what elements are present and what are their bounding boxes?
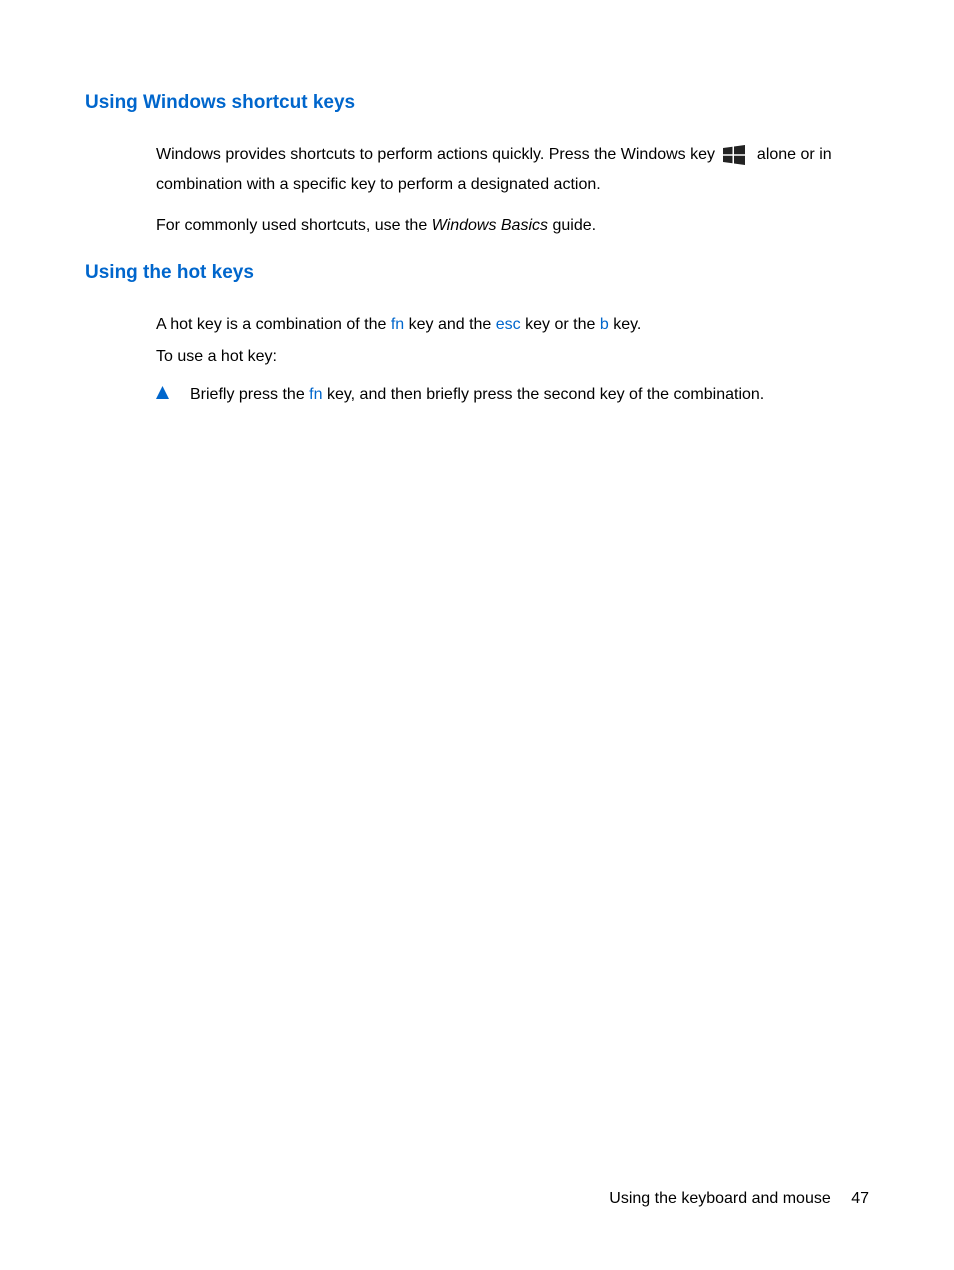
- section2-body: A hot key is a combination of the fn key…: [156, 310, 869, 371]
- footer-page-number: 47: [851, 1190, 869, 1207]
- list-item: Briefly press the fn key, and then brief…: [156, 383, 869, 407]
- section2-p1-c: key or the: [521, 316, 600, 333]
- section2-p1-b: key and the: [404, 316, 496, 333]
- heading-using-windows-shortcut-keys: Using Windows shortcut keys: [85, 92, 869, 114]
- section1-body: Windows provides shortcuts to perform ac…: [156, 140, 869, 241]
- section1-p2-text-b: guide.: [548, 217, 596, 234]
- triangle-bullet-icon: [156, 383, 172, 399]
- bullet-text-a: Briefly press the: [190, 386, 309, 403]
- section2: Using the hot keys A hot key is a combin…: [85, 262, 869, 407]
- section1-para1: Windows provides shortcuts to perform ac…: [156, 140, 869, 201]
- heading-using-the-hot-keys: Using the hot keys: [85, 262, 869, 284]
- key-fn: fn: [391, 316, 404, 333]
- key-fn-bullet: fn: [309, 386, 322, 403]
- section1-p1-text-a: Windows provides shortcuts to perform ac…: [156, 146, 719, 163]
- document-page: Using Windows shortcut keys Windows prov…: [0, 0, 954, 1270]
- bullet-text-b: key, and then briefly press the second k…: [323, 386, 765, 403]
- section1-p2-text-a: For commonly used shortcuts, use the: [156, 217, 432, 234]
- section2-list: Briefly press the fn key, and then brief…: [156, 383, 869, 407]
- section2-para1: A hot key is a combination of the fn key…: [156, 310, 869, 340]
- footer-section-title: Using the keyboard and mouse: [609, 1190, 830, 1207]
- section2-p1-a: A hot key is a combination of the: [156, 316, 391, 333]
- section1-para2: For commonly used shortcuts, use the Win…: [156, 211, 869, 241]
- windows-key-icon: [722, 143, 746, 167]
- page-footer: Using the keyboard and mouse 47: [609, 1190, 869, 1208]
- section2-para2: To use a hot key:: [156, 342, 869, 372]
- section2-p1-d: key.: [609, 316, 642, 333]
- key-esc: esc: [496, 316, 521, 333]
- list-item-text: Briefly press the fn key, and then brief…: [190, 383, 764, 407]
- key-b: b: [600, 316, 609, 333]
- section1-p2-italic: Windows Basics: [432, 217, 548, 234]
